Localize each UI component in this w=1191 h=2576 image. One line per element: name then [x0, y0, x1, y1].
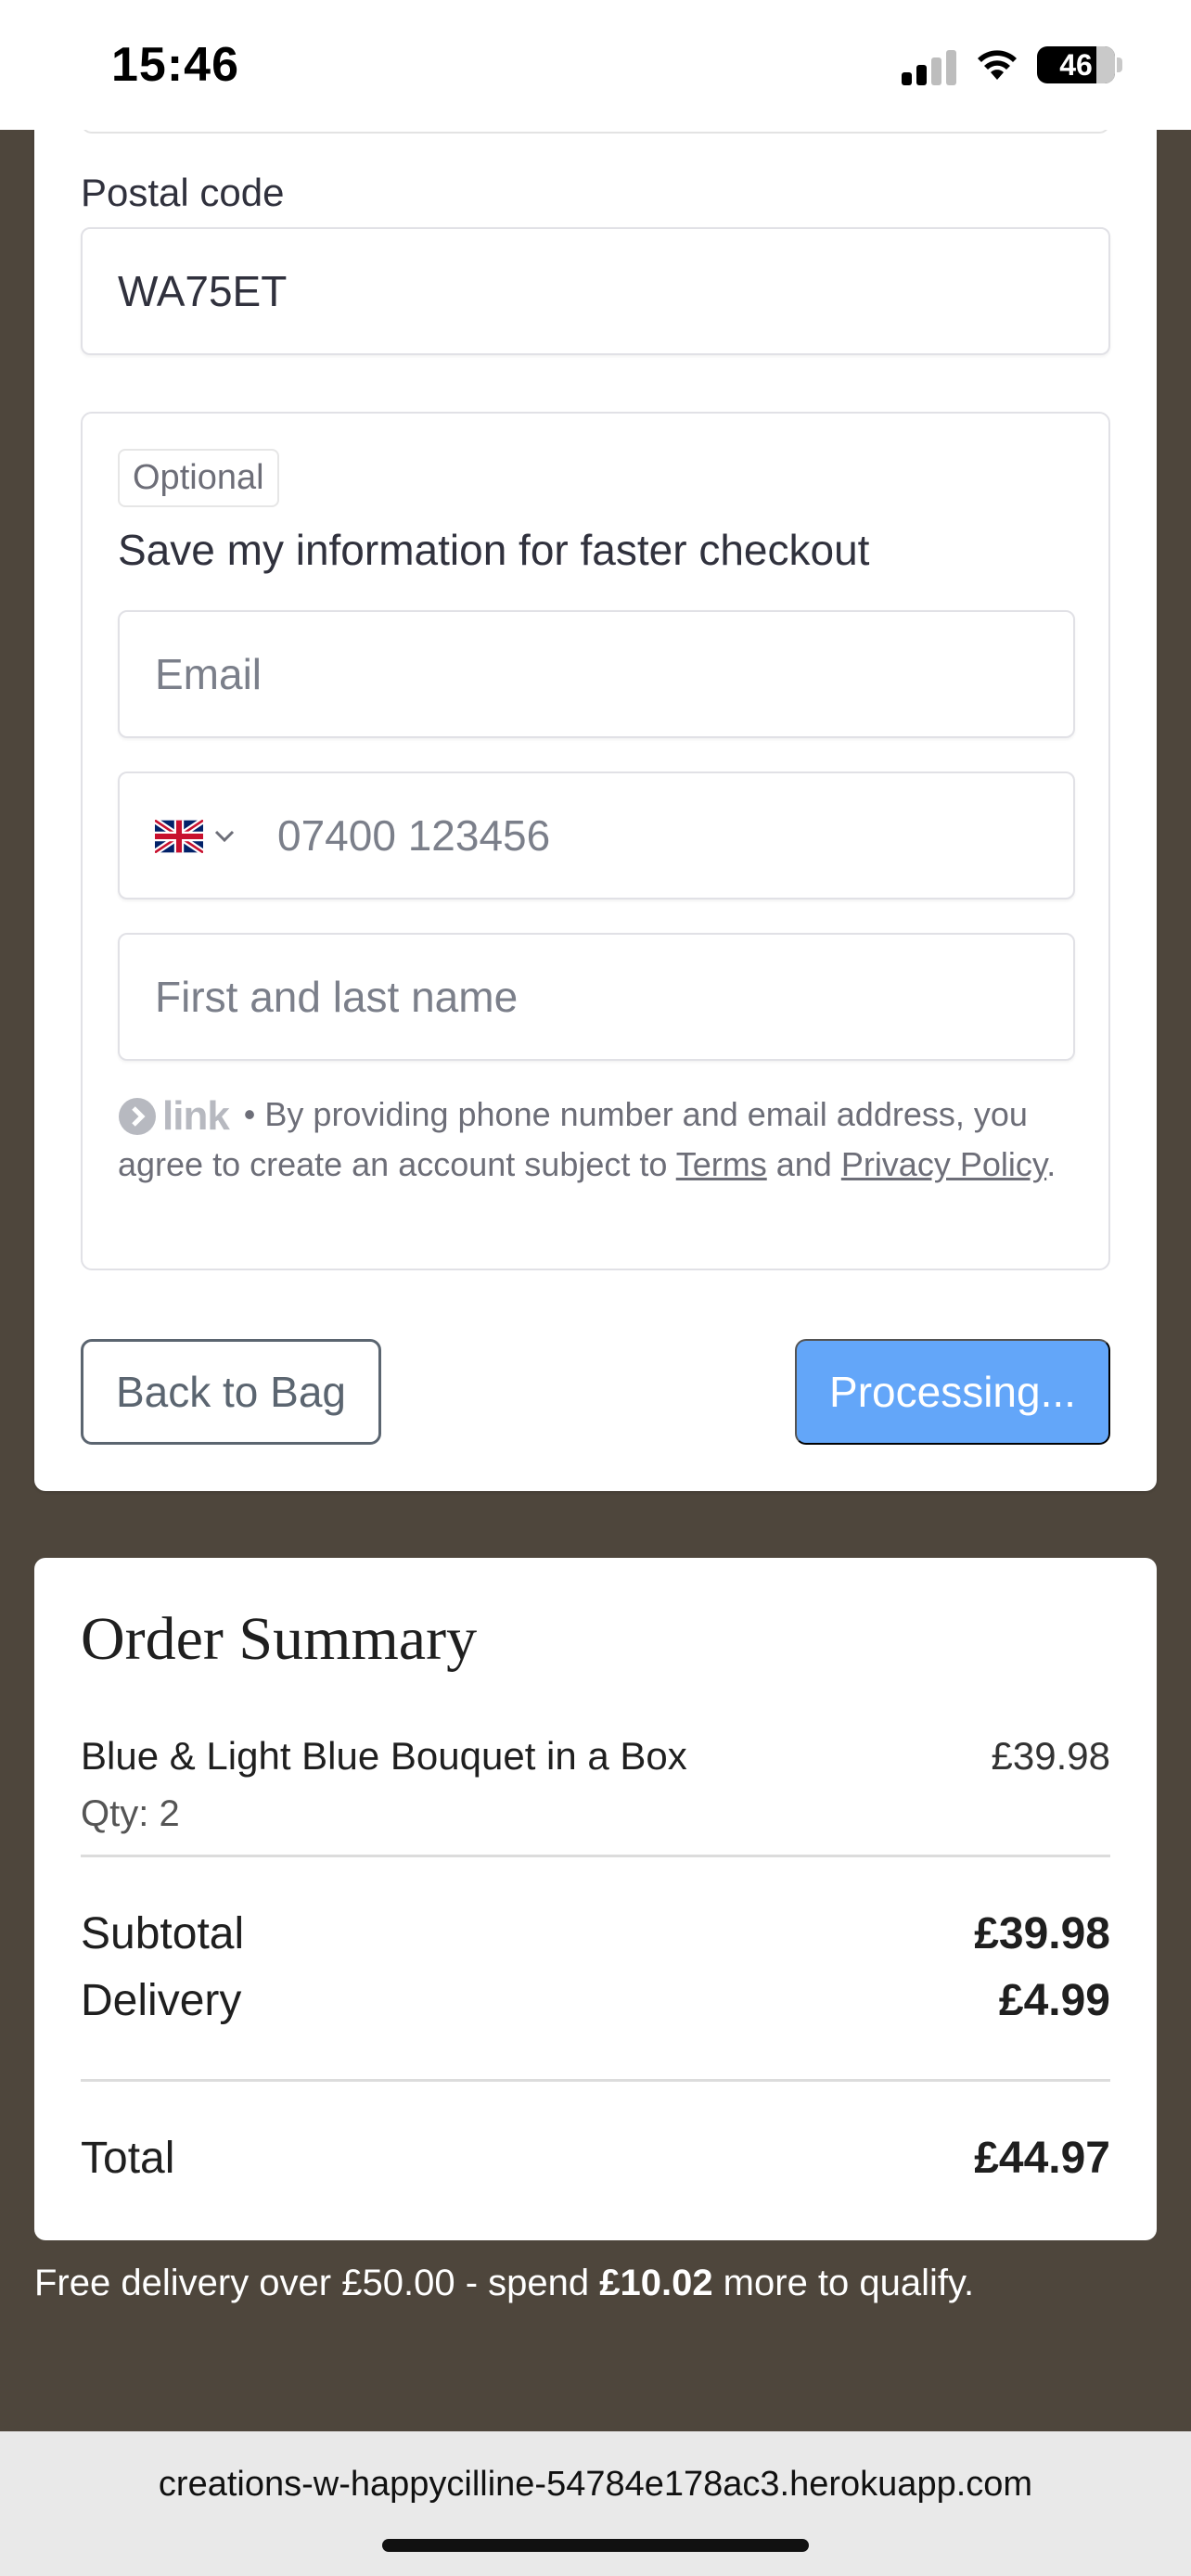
status-bar: 15:46 46 [0, 0, 1191, 130]
home-indicator[interactable] [382, 2539, 809, 2552]
cellular-signal-icon [902, 48, 957, 85]
back-to-bag-button[interactable]: Back to Bag [81, 1339, 381, 1445]
chevron-down-icon[interactable] [212, 823, 237, 848]
privacy-policy-link[interactable]: Privacy Policy [841, 1145, 1046, 1183]
phone-input[interactable]: 07400 123456 [118, 772, 1075, 899]
subtotal-label: Subtotal [81, 1909, 245, 1958]
total-label: Total [81, 2134, 175, 2183]
link-logo: link [118, 1092, 230, 1141]
legal-end: . [1046, 1145, 1057, 1184]
battery-icon: 46 [1037, 46, 1115, 83]
free-delivery-prefix: Free delivery over £50.00 - spend [34, 2263, 600, 2303]
free-delivery-amount: £10.02 [599, 2263, 713, 2303]
postal-code-label: Postal code [81, 171, 285, 214]
email-input[interactable]: Email [118, 610, 1075, 738]
phone-placeholder: 07400 123456 [277, 811, 551, 860]
name-placeholder: First and last name [155, 973, 519, 1021]
order-summary-title: Order Summary [81, 1605, 478, 1673]
processing-button[interactable]: Processing... [795, 1339, 1110, 1445]
postal-code-input[interactable]: WA75ET [81, 227, 1110, 355]
legal-and: and [766, 1145, 841, 1184]
optional-badge: Optional [118, 449, 279, 507]
checkout-card: Postal code WA75ET Optional Save my info… [34, 93, 1157, 1491]
free-delivery-note: Free delivery over £50.00 - spend £10.02… [34, 2263, 974, 2304]
status-time: 15:46 [111, 38, 239, 92]
uk-flag-icon[interactable] [155, 820, 203, 853]
item-quantity: Qty: 2 [81, 1793, 180, 1834]
full-name-input[interactable]: First and last name [118, 933, 1075, 1061]
url-text[interactable]: creations-w-happycilline-54784e178ac3.he… [0, 2465, 1191, 2505]
link-logo-word: link [162, 1093, 230, 1140]
item-price: £39.98 [991, 1734, 1110, 1778]
free-delivery-suffix: more to qualify. [712, 2263, 975, 2303]
item-name: Blue & Light Blue Bouquet in a Box [81, 1734, 687, 1778]
browser-url-bar[interactable]: creations-w-happycilline-54784e178ac3.he… [0, 2431, 1191, 2576]
order-summary-card: Order Summary Blue & Light Blue Bouquet … [34, 1558, 1157, 2240]
save-info-heading: Save my information for faster checkout [118, 526, 870, 574]
battery-level: 46 [1059, 48, 1093, 82]
wifi-icon [978, 50, 1017, 80]
link-save-info-box: Optional Save my information for faster … [81, 412, 1110, 1270]
terms-link[interactable]: Terms [676, 1145, 767, 1183]
email-placeholder: Email [155, 650, 263, 698]
subtotal-value: £39.98 [974, 1909, 1110, 1958]
divider [81, 2079, 1110, 2082]
delivery-label: Delivery [81, 1976, 242, 2025]
total-value: £44.97 [974, 2134, 1110, 2183]
link-legal-text: link • By providing phone number and ema… [118, 1090, 1082, 1189]
divider [81, 1855, 1110, 1857]
postal-code-value: WA75ET [118, 267, 288, 315]
delivery-value: £4.99 [998, 1976, 1110, 2025]
link-arrow-icon [119, 1098, 156, 1136]
